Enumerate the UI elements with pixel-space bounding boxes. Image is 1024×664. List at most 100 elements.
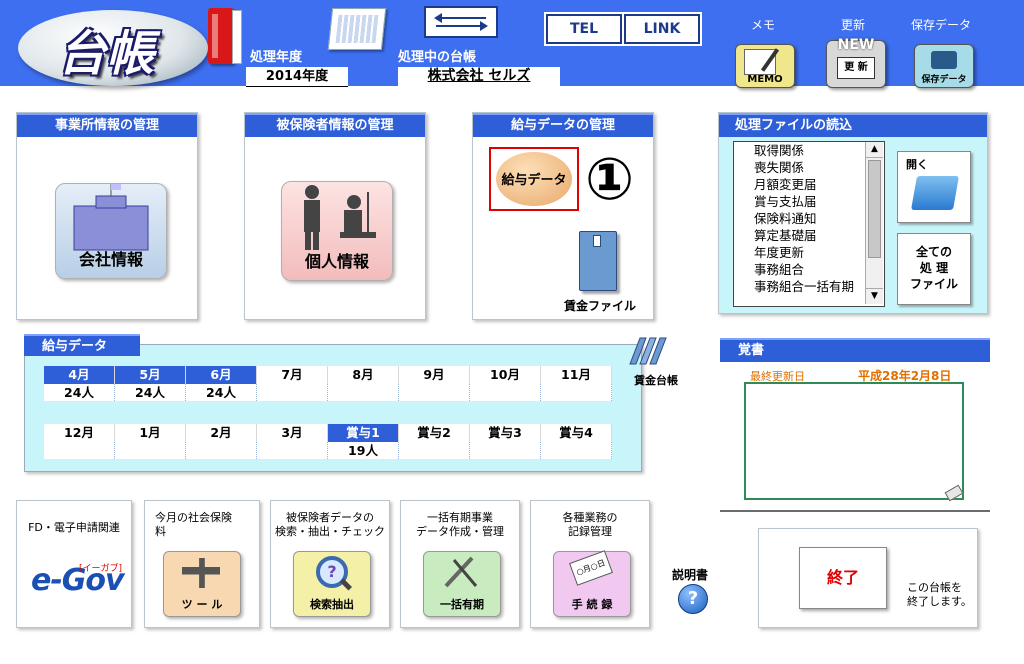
file-list-item[interactable]: 月額変更届: [744, 176, 884, 193]
people-icon: [304, 185, 376, 250]
wage-file-button[interactable]: 賃金ファイル: [555, 227, 645, 315]
open-file-label: 開く: [906, 158, 928, 171]
month-cell[interactable]: 賞与3: [470, 424, 541, 442]
insured-panel: 被保険者情報の管理 個人情報: [244, 112, 426, 320]
month-cell[interactable]: 8月: [328, 366, 399, 384]
count-cell: 19人: [328, 442, 399, 459]
salary-row-2: 12月 1月 2月 3月 賞与1 賞与2 賞与3 賞与4 19人: [44, 424, 612, 459]
wage-ledger-label: 賃金台帳: [634, 374, 678, 387]
month-cell[interactable]: 賞与2: [399, 424, 470, 442]
file-list-item[interactable]: 事務組合一括有期: [744, 278, 884, 295]
social-caption-2: 料: [155, 525, 166, 538]
egov-tool[interactable]: FD・電子申請関連 e-Gov [イーガブ]: [16, 500, 132, 628]
year-value: 2014年度: [246, 67, 348, 87]
open-file-button[interactable]: 開く: [897, 151, 971, 223]
company-info-button[interactable]: 会社情報: [55, 183, 167, 279]
search-extract-button[interactable]: ? 検索抽出: [293, 551, 371, 617]
salary-data-title: 給与データ: [24, 334, 140, 356]
tools-icon: [182, 558, 220, 588]
month-cell[interactable]: 賞与1: [328, 424, 399, 442]
file-list-item[interactable]: 保険料通知: [744, 210, 884, 227]
month-cell[interactable]: 2月: [186, 424, 257, 442]
lump-tool: 一括有期事業 データ作成・管理 一括有期: [400, 500, 520, 628]
lump-button-label: 一括有期: [440, 598, 484, 611]
procedure-record-button[interactable]: ○月○日 手 続 録: [553, 550, 631, 617]
insured-panel-title: 被保険者情報の管理: [245, 113, 425, 137]
lump-caption-2: データ作成・管理: [416, 525, 504, 538]
salary-panel-title: 給与データの管理: [473, 113, 653, 137]
month-cell[interactable]: 9月: [399, 366, 470, 384]
file-list-item[interactable]: 算定基礎届: [744, 227, 884, 244]
month-cell[interactable]: 1月: [115, 424, 186, 442]
scroll-thumb[interactable]: [868, 160, 881, 258]
count-cell: [257, 384, 328, 401]
count-cell: [257, 442, 328, 459]
file-list-item[interactable]: 事務組合: [744, 261, 884, 278]
month-cell[interactable]: 4月: [44, 366, 115, 384]
egov-caption: FD・電子申請関連: [28, 521, 120, 534]
search-extract-label: 検索抽出: [310, 598, 354, 611]
month-cell[interactable]: 12月: [44, 424, 115, 442]
procedure-record-label: 手 続 録: [571, 598, 613, 611]
social-caption-1: 今月の社会保険: [155, 511, 232, 524]
exit-panel: 終了 この台帳を 終了します。: [758, 528, 978, 628]
personal-info-button[interactable]: 個人情報: [281, 181, 393, 281]
memo-button[interactable]: MEMO: [735, 44, 795, 88]
month-cell[interactable]: 10月: [470, 366, 541, 384]
count-cell: [541, 442, 612, 459]
count-cell: 24人: [44, 384, 115, 401]
annotation-marker: ①: [585, 145, 635, 213]
all-files-line1: 全ての: [915, 245, 952, 259]
file-listbox[interactable]: 取得関係 喪失関係 月額変更届 賞与支払届 保険料通知 算定基礎届 年度更新 事務組合 事務組合…: [733, 141, 885, 307]
exit-button[interactable]: 終了: [799, 547, 887, 609]
scroll-down-icon[interactable]: ▼: [866, 288, 883, 304]
year-label: 処理年度: [250, 50, 303, 65]
search-caption-1: 被保険者データの: [286, 511, 374, 524]
record-tool: 各種業務の 記録管理 ○月○日 手 続 録: [530, 500, 650, 628]
app-logo-text: 台帳: [58, 26, 155, 82]
search-tool: 被保険者データの 検索・抽出・チェック ? 検索抽出: [270, 500, 390, 628]
month-cell[interactable]: 5月: [115, 366, 186, 384]
count-cell: [399, 442, 470, 459]
salary-data-button[interactable]: 給与データ: [489, 147, 579, 211]
exit-note-2: 終了します。: [907, 595, 972, 608]
switch-ledger-button[interactable]: [424, 6, 498, 38]
update-button[interactable]: NEW 更 新: [826, 37, 886, 88]
month-cell[interactable]: 6月: [186, 366, 257, 384]
tool-button[interactable]: ツ ー ル: [163, 551, 241, 617]
all-files-line3: ファイル: [909, 277, 958, 291]
memo-textarea[interactable]: [744, 382, 964, 500]
scroll-up-icon[interactable]: ▲: [866, 142, 883, 158]
building-icon: [73, 184, 149, 251]
egov-sub: [イーガブ]: [79, 564, 123, 574]
month-cell[interactable]: 3月: [257, 424, 328, 442]
company-label: 処理中の台帳: [398, 50, 477, 65]
listbox-scrollbar[interactable]: ▲ ▼: [865, 142, 883, 304]
link-button[interactable]: LINK: [622, 12, 702, 46]
file-list-item[interactable]: 取得関係: [744, 142, 884, 159]
manual-label: 説明書: [672, 568, 709, 582]
file-list-item[interactable]: 喪失関係: [744, 159, 884, 176]
month-cell[interactable]: 賞与4: [541, 424, 612, 442]
company-value: 株式会社 セルズ: [398, 67, 560, 86]
save-data-button[interactable]: 保存データ: [914, 44, 974, 88]
personal-info-label: 個人情報: [304, 252, 369, 271]
swap-arrows-icon: [434, 13, 488, 31]
all-files-button[interactable]: 全ての 処 理 ファイル: [897, 233, 971, 305]
month-cell[interactable]: 7月: [257, 366, 328, 384]
manual-help-icon[interactable]: ?: [678, 584, 708, 614]
tel-button[interactable]: TEL: [544, 12, 624, 46]
calendar-icon[interactable]: [327, 8, 387, 50]
count-cell: [186, 442, 257, 459]
count-cell: [328, 384, 399, 401]
record-tag-icon: ○月○日: [569, 550, 613, 586]
lump-button[interactable]: 一括有期: [423, 551, 501, 617]
file-list-item[interactable]: 年度更新: [744, 244, 884, 261]
binder-icon: [206, 8, 242, 66]
wage-ledger-button[interactable]: 賃金台帳: [626, 334, 686, 387]
memo-icon-text: MEMO: [747, 74, 783, 85]
month-cell[interactable]: 11月: [541, 366, 612, 384]
file-list-item[interactable]: 賞与支払届: [744, 193, 884, 210]
lump-caption-1: 一括有期事業: [427, 511, 493, 524]
count-cell: 24人: [186, 384, 257, 401]
